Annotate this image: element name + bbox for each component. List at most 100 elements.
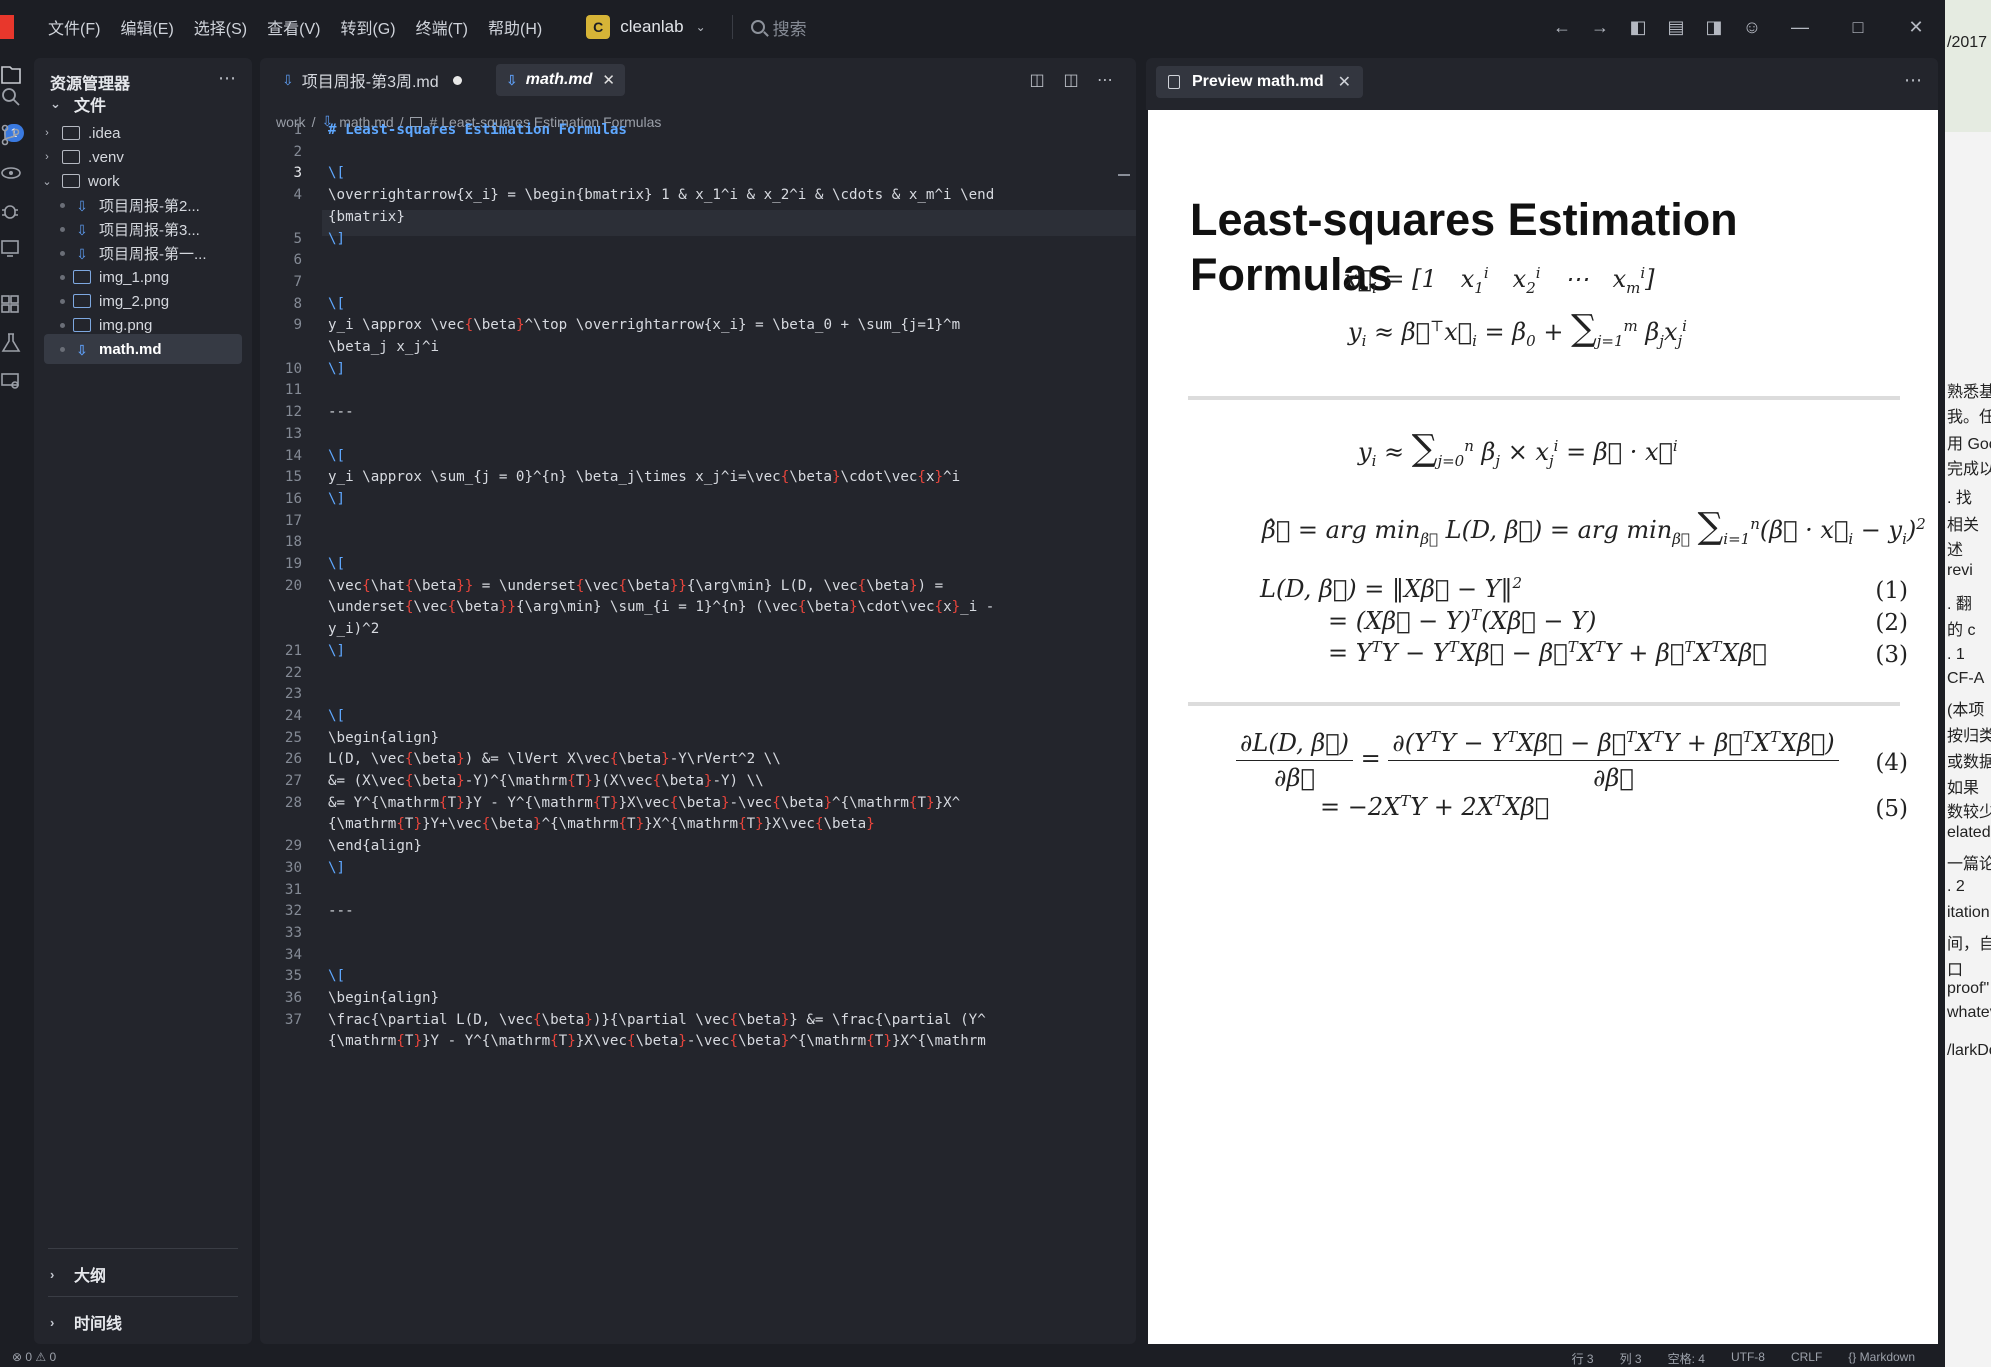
background-text: 的 c [1947,622,1976,639]
line-number: 30 [284,860,302,876]
line-number: 33 [284,925,302,941]
close-icon[interactable]: ✕ [1338,72,1351,92]
preview-tab-bar: Preview math.md ✕ ⋯ [1146,58,1938,110]
code-line: \[ [328,708,346,724]
more-actions-icon[interactable]: ⋯ [1088,70,1122,90]
source-control-icon[interactable] [0,124,22,146]
menu-help[interactable]: 帮助(H) [478,15,552,39]
search-icon[interactable] [0,86,22,108]
code-line: y_i)^2 [328,621,380,637]
equation-loss-1: L(D, β⃗) = ‖Xβ⃗ − Y‖2 [1260,574,1523,603]
extensions-icon[interactable] [0,294,22,316]
eye-icon[interactable] [0,162,22,184]
status-cursor-line[interactable]: 行 3 [1572,1350,1594,1367]
line-number: 28 [284,795,302,811]
timeline-section-header[interactable]: › 时间线 [50,1310,122,1334]
code-line: \[ [328,165,346,181]
tab-weekly-report-3[interactable]: ⇩ 项目周报-第3周.md [272,64,472,96]
preview-icon [1168,75,1180,89]
equation-gradient: = −2XTY + 2XTXβ⃗ [1320,792,1550,821]
line-number: 32 [284,903,302,919]
tree-label: img_1.png [99,268,170,286]
remote-explorer-icon[interactable] [0,238,22,260]
chevron-right-icon: › [50,1266,55,1282]
toggle-secondary-sidebar-icon[interactable]: ◨ [1695,17,1733,38]
workspace-badge: C [586,15,611,39]
line-number: 19 [284,556,302,572]
search-icon [750,20,765,34]
line-number: 23 [284,686,302,702]
equation-x-vector: x⃗i = [1 x1i x2i ⋯ xmi] [1344,264,1655,297]
remote-icon[interactable] [0,370,22,392]
line-number: 22 [284,665,302,681]
search-placeholder: 搜索 [772,19,807,39]
timeline-label: 时间线 [74,1316,123,1333]
indent-dot [60,298,65,304]
close-window-icon[interactable]: ✕ [1887,17,1945,38]
background-text: 用 Goo [1947,436,1991,453]
status-eol[interactable]: CRLF [1791,1350,1822,1367]
minimap-indicator[interactable] [1118,174,1130,176]
minimize-icon[interactable]: — [1771,17,1829,38]
menu-file[interactable]: 文件(F) [38,15,110,39]
menu-go[interactable]: 转到(G) [330,15,405,39]
tab-preview-math[interactable]: Preview math.md ✕ [1156,66,1364,98]
line-number: 16 [284,491,302,507]
line-number: 36 [284,990,302,1006]
status-cursor-col[interactable]: 列 3 [1620,1350,1642,1367]
chevron-down-icon: ⌄ [42,175,52,188]
line-number: 27 [284,773,302,789]
code-line: &= (X\vec{\beta}-Y)^{\mathrm{T}}(X\vec{\… [328,773,764,789]
menu-edit[interactable]: 编辑(E) [110,15,183,39]
maximize-icon[interactable]: □ [1829,17,1887,38]
background-text: 熟悉基 [1947,384,1991,401]
problems-status[interactable]: ⊗ 0 ⚠ 0 [12,1350,56,1364]
status-language[interactable]: {} Markdown [1848,1350,1915,1367]
code-line: --- [328,404,354,420]
markdown-file-icon: ⇩ [506,71,518,88]
code-line: \end{align} [328,838,422,854]
background-text: 或数据 [1947,754,1991,771]
more-actions-icon[interactable]: ⋯ [218,68,236,89]
outline-label: 大纲 [74,1268,107,1285]
code-line: \[ [328,968,346,984]
arrow-right-icon[interactable]: → [1581,17,1619,38]
testing-icon[interactable] [0,332,22,354]
tree-file-math[interactable]: ⇩ math.md [44,334,242,364]
timeline-divider [48,1296,238,1297]
files-section-label: 文件 [74,98,107,115]
status-encoding[interactable]: UTF-8 [1731,1350,1765,1367]
background-text: proof" [1947,980,1990,997]
indent-dot [60,226,65,232]
debug-icon[interactable] [0,200,22,222]
explorer-icon[interactable] [0,64,22,86]
toggle-sidebar-icon[interactable]: ◧ [1619,17,1657,38]
app-logo-icon [0,15,14,39]
menu-selection[interactable]: 选择(S) [184,15,257,39]
status-indent[interactable]: 空格: 4 [1668,1350,1705,1367]
command-search[interactable]: 搜索 [750,15,807,40]
background-text: 间，自适 [1947,936,1991,953]
tab-math-md[interactable]: ⇩ math.md ✕ [496,64,625,96]
account-icon[interactable]: ☺ [1733,17,1771,38]
outline-section-header[interactable]: › 大纲 [50,1262,106,1286]
title-actions: ← → ◧ ▤ ◨ ☺ — □ ✕ [1543,0,1945,54]
workspace-switcher[interactable]: C cleanlab ⌄ [586,10,706,44]
equation-linear-model: yi ≈ β⃗⊤x⃗i = β0 + ∑j=1m βjxji [1348,308,1687,350]
background-text: /larkDo [1947,1042,1991,1059]
line-number: 25 [284,730,302,746]
arrow-left-icon[interactable]: ← [1543,17,1581,38]
open-preview-icon[interactable]: ◫ [1020,70,1054,90]
line-number: 34 [284,947,302,963]
files-section-header[interactable]: ⌄ 文件 [50,92,106,116]
split-editor-icon[interactable]: ◫ [1054,70,1088,90]
code-line: \begin{align} [328,730,440,746]
toggle-panel-icon[interactable]: ▤ [1657,17,1695,38]
close-icon[interactable]: ✕ [602,71,615,89]
unsaved-dot-icon [452,75,462,85]
more-actions-icon[interactable]: ⋯ [1904,70,1922,91]
status-right: 行 3 列 3 空格: 4 UTF-8 CRLF {} Markdown [1572,1350,1915,1367]
menu-terminal[interactable]: 终端(T) [406,15,478,39]
menu-view[interactable]: 查看(V) [257,15,330,39]
image-file-icon [73,318,91,332]
